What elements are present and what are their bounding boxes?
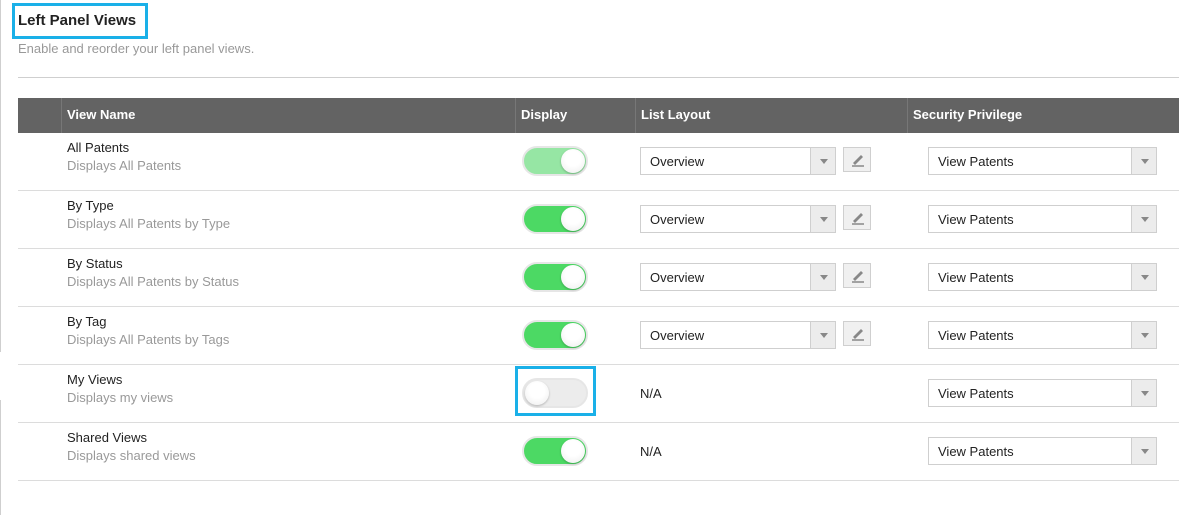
view-name: All Patents xyxy=(67,140,130,155)
view-description: Displays shared views xyxy=(67,448,196,463)
column-header-display: Display xyxy=(515,98,635,133)
divider xyxy=(18,77,1179,78)
security-privilege-value: View Patents xyxy=(938,270,1014,285)
chevron-down-icon xyxy=(810,148,835,174)
chevron-down-icon xyxy=(1131,322,1156,348)
view-name: By Tag xyxy=(67,314,107,329)
toggle-knob xyxy=(561,207,585,231)
security-privilege-value: View Patents xyxy=(938,444,1014,459)
list-layout-value: Overview xyxy=(650,270,705,285)
list-layout-na: N/A xyxy=(640,444,662,459)
table-header: View Name Display List Layout Security P… xyxy=(18,98,1179,133)
list-layout-value: Overview xyxy=(650,212,705,227)
list-layout-select[interactable]: Overview xyxy=(640,321,836,349)
view-name: Shared Views xyxy=(67,430,147,445)
column-header-security-privilege: Security Privilege xyxy=(907,98,1179,133)
table-row: By Type Displays All Patents by Type Ove… xyxy=(18,191,1179,249)
table-row: All Patents Displays All Patents Overvie… xyxy=(18,133,1179,191)
view-description: Displays my views xyxy=(67,390,174,405)
security-privilege-value: View Patents xyxy=(938,328,1014,343)
chevron-down-icon xyxy=(1131,148,1156,174)
views-table: View Name Display List Layout Security P… xyxy=(18,98,1179,481)
view-description: Displays All Patents by Status xyxy=(67,274,239,289)
security-privilege-select[interactable]: View Patents xyxy=(928,379,1157,407)
left-border xyxy=(0,0,1,352)
security-privilege-select[interactable]: View Patents xyxy=(928,205,1157,233)
security-privilege-select[interactable]: View Patents xyxy=(928,437,1157,465)
list-layout-value: Overview xyxy=(650,328,705,343)
edit-layout-button[interactable] xyxy=(843,205,871,230)
display-toggle[interactable] xyxy=(522,436,588,466)
page-subtitle: Enable and reorder your left panel views… xyxy=(18,41,255,56)
list-layout-value: Overview xyxy=(650,154,705,169)
table-row: My Views Displays my views N/A View Pate… xyxy=(18,365,1179,423)
chevron-down-icon xyxy=(1131,206,1156,232)
edit-layout-button[interactable] xyxy=(843,321,871,346)
view-description: Displays All Patents by Tags xyxy=(67,332,230,347)
chevron-down-icon xyxy=(1131,264,1156,290)
view-name: By Status xyxy=(67,256,123,271)
view-name: By Type xyxy=(67,198,114,213)
column-header-list-layout: List Layout xyxy=(635,98,907,133)
view-name: My Views xyxy=(67,372,123,387)
security-privilege-select[interactable]: View Patents xyxy=(928,321,1157,349)
chevron-down-icon xyxy=(1131,438,1156,464)
edit-layout-button[interactable] xyxy=(843,147,871,172)
edit-layout-button[interactable] xyxy=(843,263,871,288)
display-toggle[interactable] xyxy=(522,204,588,234)
list-layout-na: N/A xyxy=(640,386,662,401)
toggle-knob xyxy=(561,323,585,347)
security-privilege-value: View Patents xyxy=(938,212,1014,227)
chevron-down-icon xyxy=(810,264,835,290)
security-privilege-value: View Patents xyxy=(938,154,1014,169)
page-title: Left Panel Views xyxy=(18,12,137,29)
chevron-down-icon xyxy=(810,206,835,232)
table-row: By Status Displays All Patents by Status… xyxy=(18,249,1179,307)
chevron-down-icon xyxy=(1131,380,1156,406)
display-toggle[interactable] xyxy=(522,146,588,176)
display-toggle[interactable] xyxy=(522,320,588,350)
column-header-drag xyxy=(18,98,61,133)
table-body: All Patents Displays All Patents Overvie… xyxy=(18,133,1179,481)
security-privilege-select[interactable]: View Patents xyxy=(928,263,1157,291)
table-row: By Tag Displays All Patents by Tags Over… xyxy=(18,307,1179,365)
toggle-knob xyxy=(525,381,549,405)
toggle-knob xyxy=(561,265,585,289)
security-privilege-value: View Patents xyxy=(938,386,1014,401)
view-description: Displays All Patents by Type xyxy=(67,216,231,231)
display-toggle[interactable] xyxy=(522,378,588,408)
display-toggle[interactable] xyxy=(522,262,588,292)
list-layout-select[interactable]: Overview xyxy=(640,263,836,291)
chevron-down-icon xyxy=(810,322,835,348)
left-border xyxy=(0,400,1,515)
view-description: Displays All Patents xyxy=(67,158,182,173)
list-layout-select[interactable]: Overview xyxy=(640,205,836,233)
list-layout-select[interactable]: Overview xyxy=(640,147,836,175)
table-row: Shared Views Displays shared views N/A V… xyxy=(18,423,1179,481)
column-header-view-name: View Name xyxy=(61,98,515,133)
toggle-knob xyxy=(561,149,585,173)
security-privilege-select[interactable]: View Patents xyxy=(928,147,1157,175)
toggle-knob xyxy=(561,439,585,463)
